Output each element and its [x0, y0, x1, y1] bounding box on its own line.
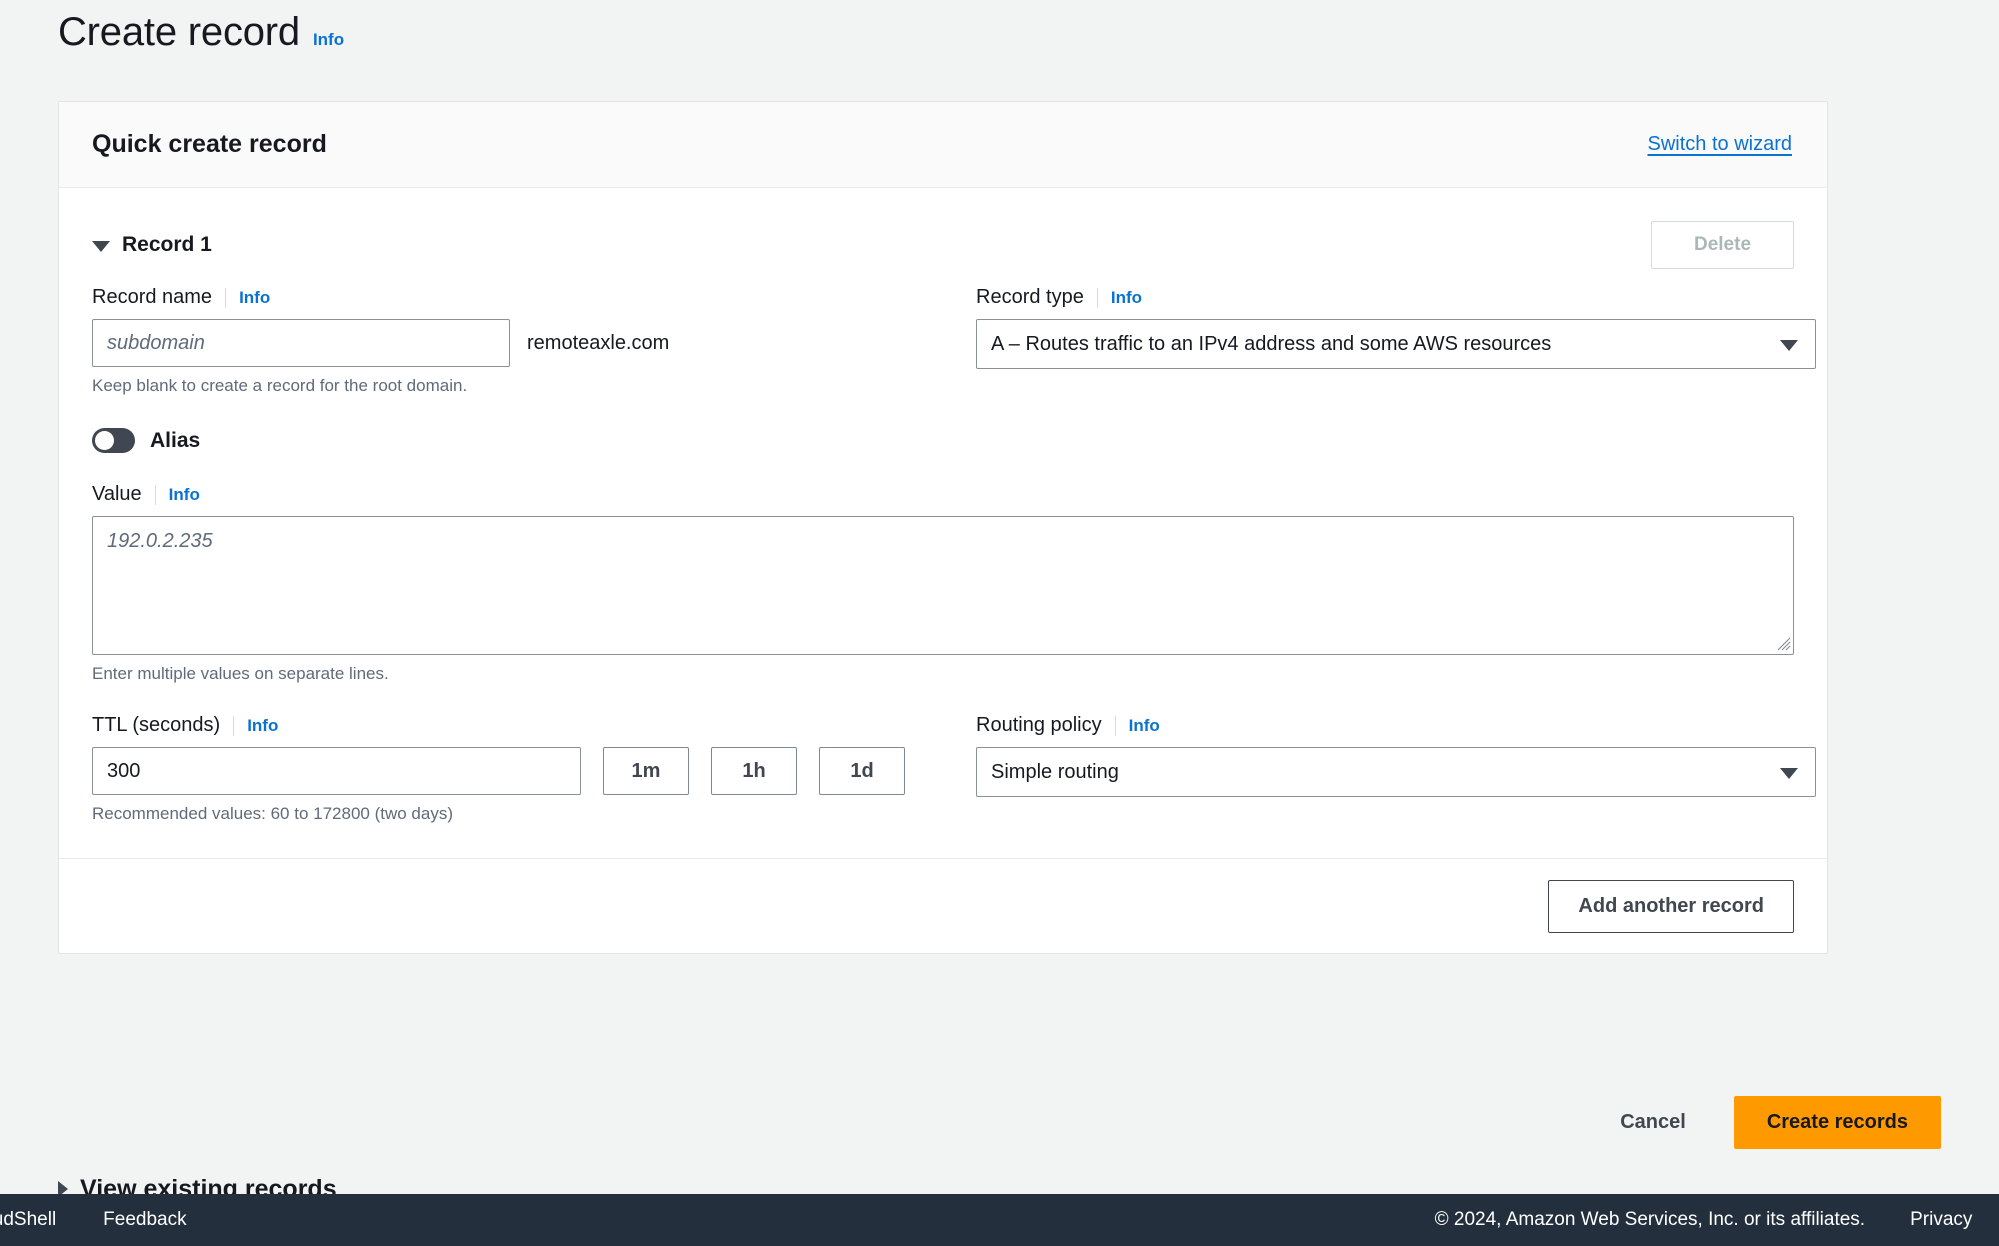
- value-label: Value: [92, 483, 142, 505]
- alias-label: Alias: [150, 428, 201, 452]
- routing-policy-select-wrapper: Simple routing: [976, 747, 1816, 797]
- cancel-button[interactable]: Cancel: [1616, 1103, 1690, 1142]
- record-type-selected-value: A – Routes traffic to an IPv4 address an…: [991, 332, 1552, 355]
- alias-toggle[interactable]: [92, 428, 135, 453]
- label-divider: [1114, 715, 1116, 736]
- page-title: Create record: [58, 10, 300, 54]
- record-name-input-row: remoteaxle.com: [92, 319, 954, 367]
- label-divider: [154, 484, 156, 505]
- routing-policy-info-link[interactable]: Info: [1129, 716, 1160, 736]
- page-header: Create record Info: [58, 10, 344, 55]
- value-textarea-wrapper: [92, 516, 1794, 655]
- routing-policy-label-group: Routing policy Info: [976, 714, 1816, 737]
- record-name-hint: Keep blank to create a record for the ro…: [92, 376, 468, 395]
- card-header-title: Quick create record: [92, 130, 327, 158]
- value-hint: Enter multiple values on separate lines.: [92, 664, 389, 683]
- card-body: Record 1 Delete Record name Info remotea…: [59, 188, 1827, 824]
- routing-policy-selected-value: Simple routing: [991, 760, 1119, 783]
- routing-policy-label: Routing policy: [976, 714, 1102, 736]
- ttl-preset-buttons: 1m 1h 1d: [603, 747, 905, 795]
- ttl-preset-1h[interactable]: 1h: [711, 747, 797, 795]
- ttl-info-link[interactable]: Info: [247, 716, 278, 736]
- routing-policy-select[interactable]: Simple routing: [976, 747, 1816, 797]
- ttl-preset-1m[interactable]: 1m: [603, 747, 689, 795]
- ttl-label-group: TTL (seconds) Info: [92, 714, 954, 737]
- record-type-label: Record type: [976, 286, 1084, 308]
- record-title: Record 1: [122, 233, 212, 256]
- record-type-field: Record type Info A – Routes traffic to a…: [976, 286, 1816, 396]
- card-footer: Add another record: [59, 858, 1827, 953]
- alias-toggle-row[interactable]: Alias: [92, 428, 200, 453]
- record-name-info-link[interactable]: Info: [239, 288, 270, 308]
- quick-create-record-card: Quick create record Switch to wizard Rec…: [58, 101, 1828, 954]
- copyright-text: © 2024, Amazon Web Services, Inc. or its…: [1434, 1209, 1866, 1230]
- cloudshell-link[interactable]: loudShell: [0, 1209, 56, 1231]
- value-textarea[interactable]: [92, 516, 1794, 655]
- create-records-button[interactable]: Create records: [1733, 1096, 1941, 1149]
- privacy-link[interactable]: Privacy: [1910, 1209, 1972, 1231]
- record-name-label-group: Record name Info: [92, 286, 954, 309]
- record-type-info-link[interactable]: Info: [1111, 288, 1142, 308]
- record-name-field: Record name Info remoteaxle.com Keep bla…: [92, 286, 954, 396]
- label-divider: [233, 715, 235, 736]
- add-another-record-button[interactable]: Add another record: [1548, 879, 1794, 933]
- routing-policy-field: Routing policy Info Simple routing: [976, 714, 1816, 824]
- record-header-row: Record 1 Delete: [92, 216, 1794, 274]
- record-name-label: Record name: [92, 286, 213, 308]
- record-type-label-group: Record type Info: [976, 286, 1816, 309]
- label-divider: [1096, 287, 1098, 308]
- page-info-link[interactable]: Info: [313, 30, 344, 50]
- ttl-and-routing-row: TTL (seconds) Info 1m 1h 1d Recommended …: [92, 714, 1816, 824]
- chevron-down-icon: [92, 240, 110, 252]
- page-actions: Cancel Create records: [1616, 1096, 1941, 1149]
- domain-suffix-label: remoteaxle.com: [527, 331, 670, 354]
- ttl-preset-1d[interactable]: 1d: [819, 747, 905, 795]
- name-and-type-row: Record name Info remoteaxle.com Keep bla…: [92, 286, 1816, 396]
- switch-to-wizard-link[interactable]: Switch to wizard: [1648, 133, 1793, 156]
- value-label-group: Value Info: [92, 483, 1794, 506]
- ttl-field: TTL (seconds) Info 1m 1h 1d Recommended …: [92, 714, 954, 824]
- ttl-hint: Recommended values: 60 to 172800 (two da…: [92, 804, 453, 823]
- footer-right-group: © 2024, Amazon Web Services, Inc. or its…: [1435, 1209, 1999, 1231]
- record-type-select[interactable]: A – Routes traffic to an IPv4 address an…: [976, 319, 1816, 369]
- delete-record-button[interactable]: Delete: [1651, 221, 1794, 269]
- record-collapse-toggle[interactable]: Record 1: [92, 233, 212, 257]
- alias-toggle-knob: [95, 431, 114, 450]
- card-header: Quick create record Switch to wizard: [59, 102, 1827, 188]
- ttl-input[interactable]: [92, 747, 581, 795]
- record-name-input[interactable]: [92, 319, 510, 367]
- ttl-input-row: 1m 1h 1d: [92, 747, 954, 795]
- value-info-link[interactable]: Info: [169, 485, 200, 505]
- console-footer-bar: loudShell Feedback © 2024, Amazon Web Se…: [0, 1194, 1999, 1246]
- feedback-link[interactable]: Feedback: [103, 1209, 186, 1231]
- value-field: Value Info Enter multiple values on sepa…: [92, 483, 1794, 684]
- ttl-label: TTL (seconds): [92, 714, 221, 736]
- label-divider: [225, 287, 227, 308]
- record-type-select-wrapper: A – Routes traffic to an IPv4 address an…: [976, 319, 1816, 369]
- footer-left-group: loudShell Feedback: [0, 1209, 187, 1231]
